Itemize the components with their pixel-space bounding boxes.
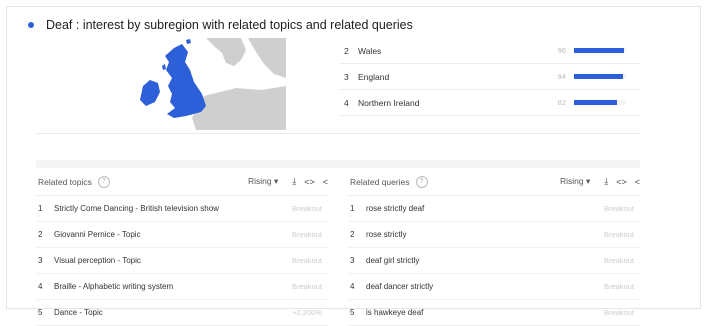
related-queries-title: Related queries	[350, 176, 410, 187]
item-label: deaf dancer strictly	[366, 282, 434, 291]
region-rank: 2	[344, 45, 349, 56]
chevron-down-icon: ▾	[585, 176, 591, 186]
item-value: Breakout	[603, 204, 634, 213]
related-topics-panel: Related topics ? Rising ▾ ⤓ <> < 1 Stric…	[36, 168, 328, 326]
list-item[interactable]: 1 rose strictly deaf Breakout	[348, 196, 640, 222]
embed-icon[interactable]: <>	[616, 177, 627, 187]
related-queries-header: Related queries ? Rising ▾ ⤓ <> <	[348, 168, 640, 196]
item-rank: 4	[38, 282, 43, 291]
item-label: Braille - Alphabetic writing system	[54, 282, 174, 291]
list-item[interactable]: 5 Dance - Topic +2,200%	[36, 300, 328, 326]
region-bar	[574, 100, 626, 105]
item-rank: 2	[38, 230, 43, 239]
item-label: deaf girl strictly	[366, 256, 420, 265]
item-label: Giovanni Pernice - Topic	[54, 230, 141, 239]
item-value: Breakout	[603, 256, 634, 265]
region-name: Wales	[358, 45, 382, 56]
region-row[interactable]: 2 Wales 96	[340, 38, 640, 64]
related-queries-panel: Related queries ? Rising ▾ ⤓ <> < 1 rose…	[348, 168, 640, 326]
region-rank: 3	[344, 71, 349, 82]
list-item[interactable]: 2 Giovanni Pernice - Topic Breakout	[36, 222, 328, 248]
embed-icon[interactable]: <>	[304, 177, 315, 187]
ireland-region[interactable]	[140, 80, 160, 106]
region-bar	[574, 74, 626, 79]
item-value: Breakout	[291, 282, 322, 291]
list-item[interactable]: 3 deaf girl strictly Breakout	[348, 248, 640, 274]
item-label: rose strictly	[366, 230, 407, 239]
list-item[interactable]: 5 is hawkeye deaf Breakout	[348, 300, 640, 326]
rising-label: Rising	[559, 176, 584, 186]
item-label: rose strictly deaf	[366, 204, 425, 213]
title-row: Deaf : interest by subregion with relate…	[28, 18, 413, 32]
item-rank: 4	[350, 282, 355, 291]
rising-dropdown[interactable]: Rising ▾	[248, 176, 278, 187]
item-rank: 3	[350, 256, 355, 265]
region-row[interactable]: 3 England 94	[340, 64, 640, 90]
item-rank: 2	[350, 230, 355, 239]
region-name: Northern Ireland	[358, 97, 420, 108]
chevron-down-icon: ▾	[273, 176, 279, 186]
great-britain-region[interactable]	[165, 44, 206, 118]
panel-separator-band	[36, 160, 640, 168]
region-list: 2 Wales 96 3 England 94 4 Northern Irela…	[340, 38, 640, 116]
section-divider	[36, 133, 640, 134]
download-icon[interactable]: ⤓	[292, 176, 296, 187]
share-icon[interactable]: <	[323, 177, 328, 187]
item-value: Breakout	[291, 230, 322, 239]
item-label: Strictly Come Dancing - British televisi…	[54, 204, 219, 213]
subregion-map[interactable]	[36, 38, 286, 130]
list-item[interactable]: 1 Strictly Come Dancing - British televi…	[36, 196, 328, 222]
rising-label: Rising	[247, 176, 272, 186]
download-icon[interactable]: ⤓	[604, 176, 608, 187]
item-value: Breakout	[291, 256, 322, 265]
related-topics-title: Related topics	[38, 176, 92, 187]
region-score: 82	[557, 98, 566, 107]
region-row[interactable]: 4 Northern Ireland 82	[340, 90, 640, 116]
region-rank: 4	[344, 97, 349, 108]
share-icon[interactable]: <	[635, 177, 640, 187]
related-topics-header: Related topics ? Rising ▾ ⤓ <> <	[36, 168, 328, 196]
region-name: England	[358, 71, 390, 82]
item-value: Breakout	[291, 204, 322, 213]
region-score: 94	[557, 72, 566, 81]
region-bar-fill	[574, 100, 617, 105]
list-item[interactable]: 4 Braille - Alphabetic writing system Br…	[36, 274, 328, 300]
rising-dropdown[interactable]: Rising ▾	[560, 176, 590, 187]
bullet-icon	[28, 22, 34, 28]
region-bar-fill	[574, 48, 624, 53]
list-item[interactable]: 2 rose strictly Breakout	[348, 222, 640, 248]
list-item[interactable]: 3 Visual perception - Topic Breakout	[36, 248, 328, 274]
item-rank: 3	[38, 256, 43, 265]
item-label: Visual perception - Topic	[54, 256, 141, 265]
uk-map-icon	[140, 38, 286, 130]
help-icon[interactable]: ?	[415, 175, 428, 188]
list-item[interactable]: 4 deaf dancer strictly Breakout	[348, 274, 640, 300]
item-value: Breakout	[603, 282, 634, 291]
region-bar	[574, 48, 626, 53]
region-score: 96	[557, 46, 566, 55]
item-rank: 1	[38, 204, 43, 213]
item-value: Breakout	[603, 230, 634, 239]
page-title: Deaf : interest by subregion with relate…	[46, 18, 413, 32]
help-icon[interactable]: ?	[97, 175, 110, 188]
region-bar-fill	[574, 74, 623, 79]
item-rank: 1	[350, 204, 355, 213]
